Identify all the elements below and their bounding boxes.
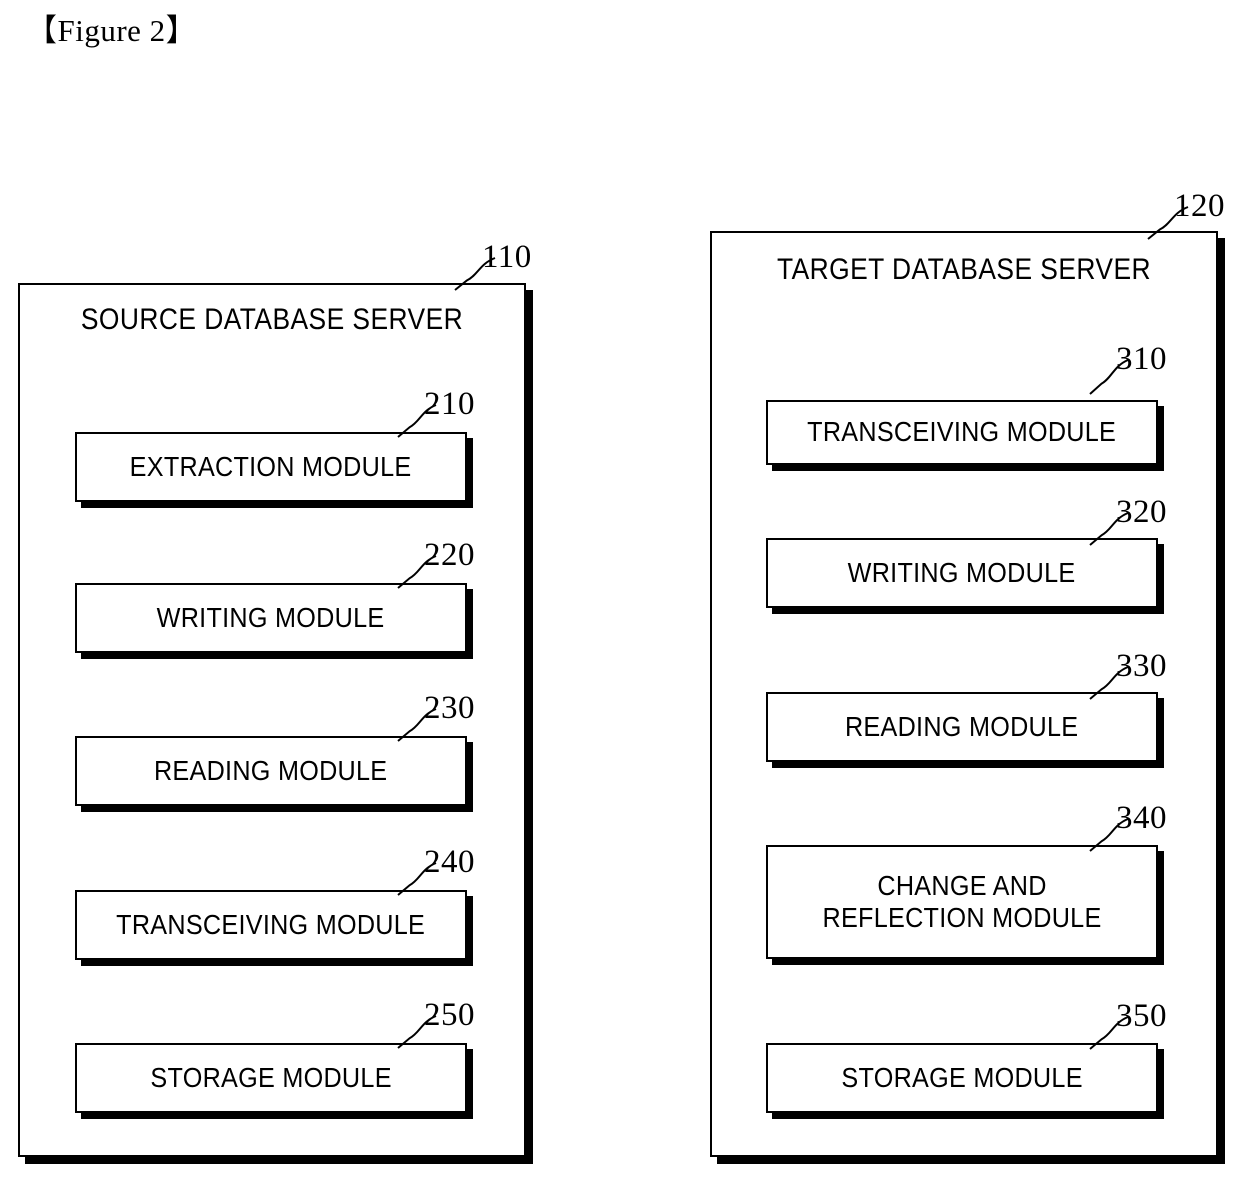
module-box-210: EXTRACTION MODULE — [75, 432, 467, 502]
reference-numeral-230: 230 — [424, 690, 475, 726]
reference-numeral-220: 220 — [424, 537, 475, 573]
module-label-340: CHANGE AND REFLECTION MODULE — [822, 869, 1102, 933]
reference-numeral-350: 350 — [1116, 998, 1167, 1034]
reference-numeral-210: 210 — [424, 386, 475, 422]
reference-numeral-310: 310 — [1116, 341, 1167, 377]
reference-numeral-120: 120 — [1174, 188, 1225, 224]
panel-title-target-database-server: TARGET DATABASE SERVER — [777, 253, 1151, 286]
module-label-230: READING MODULE — [154, 754, 388, 786]
module-box-230: READING MODULE — [75, 736, 467, 806]
reference-numeral-340: 340 — [1116, 800, 1167, 836]
panel-title-source-database-server: SOURCE DATABASE SERVER — [80, 303, 464, 336]
module-label-320: WRITING MODULE — [848, 556, 1076, 588]
module-label-210: EXTRACTION MODULE — [130, 450, 412, 482]
figure-caption: 【Figure 2】 — [26, 13, 198, 48]
module-box-340: CHANGE AND REFLECTION MODULE — [766, 845, 1158, 959]
module-box-250: STORAGE MODULE — [75, 1043, 467, 1113]
module-box-320: WRITING MODULE — [766, 538, 1158, 608]
reference-numeral-320: 320 — [1116, 494, 1167, 530]
reference-numeral-250: 250 — [424, 997, 475, 1033]
module-label-220: WRITING MODULE — [157, 601, 385, 633]
module-box-220: WRITING MODULE — [75, 583, 467, 653]
reference-numeral-240: 240 — [424, 844, 475, 880]
module-label-310: TRANSCEIVING MODULE — [807, 416, 1117, 448]
reference-numeral-330: 330 — [1116, 648, 1167, 684]
module-label-330: READING MODULE — [845, 710, 1079, 742]
module-box-240: TRANSCEIVING MODULE — [75, 890, 467, 960]
module-box-350: STORAGE MODULE — [766, 1043, 1158, 1113]
module-label-250: STORAGE MODULE — [150, 1061, 392, 1093]
module-box-330: READING MODULE — [766, 692, 1158, 762]
module-label-240: TRANSCEIVING MODULE — [116, 908, 426, 940]
module-box-310: TRANSCEIVING MODULE — [766, 400, 1158, 465]
module-label-350: STORAGE MODULE — [841, 1061, 1083, 1093]
patent-figure-canvas: 【Figure 2】 SOURCE DATABASE SERVER 110 EXTR… — [0, 0, 1240, 1180]
reference-numeral-110: 110 — [482, 239, 532, 275]
